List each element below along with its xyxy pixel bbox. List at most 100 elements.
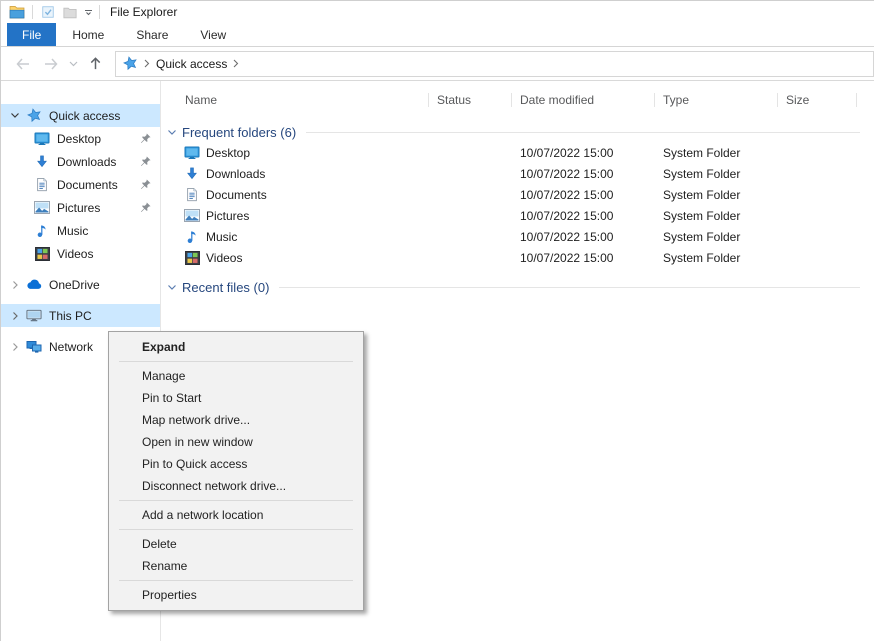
column-header-date-modified[interactable]: Date modified	[512, 87, 655, 113]
sidebar-item-label: Quick access	[49, 109, 120, 123]
tab-view[interactable]: View	[184, 23, 242, 46]
file-date-modified: 10/07/2022 15:00	[512, 230, 655, 244]
tab-share[interactable]: Share	[120, 23, 184, 46]
menu-separator	[119, 529, 353, 530]
qat-separator	[99, 5, 100, 19]
sidebar-item-label: Downloads	[57, 155, 116, 169]
column-header-name[interactable]: Name	[161, 87, 429, 113]
back-icon[interactable]	[9, 51, 37, 77]
music-icon	[184, 229, 200, 245]
pictures-icon	[34, 200, 50, 216]
file-type: System Folder	[655, 251, 778, 265]
file-name: Videos	[206, 251, 242, 265]
quick-access-star-icon	[123, 56, 138, 71]
tab-file[interactable]: File	[7, 23, 56, 46]
menu-item-delete[interactable]: Delete	[109, 533, 363, 555]
navigation-bar: Quick access	[1, 47, 874, 81]
column-header-status[interactable]: Status	[429, 87, 512, 113]
tab-home[interactable]: Home	[56, 23, 120, 46]
file-date-modified: 10/07/2022 15:00	[512, 209, 655, 223]
menu-item-map-network-drive[interactable]: Map network drive...	[109, 409, 363, 431]
videos-icon	[34, 246, 50, 262]
pictures-icon	[184, 208, 200, 224]
column-header-type[interactable]: Type	[655, 87, 778, 113]
breadcrumb-chevron-icon[interactable]	[144, 59, 150, 68]
chevron-expanded-icon[interactable]	[167, 128, 177, 137]
title-bar: File Explorer	[1, 1, 874, 23]
menu-item-pin-to-quick-access[interactable]: Pin to Quick access	[109, 453, 363, 475]
chevron-expanded-icon[interactable]	[7, 111, 23, 120]
column-header-size[interactable]: Size	[778, 87, 857, 113]
pin-icon	[139, 178, 152, 191]
menu-item-open-in-new-window[interactable]: Open in new window	[109, 431, 363, 453]
sidebar-item-quick-access[interactable]: Quick access	[1, 104, 160, 127]
menu-item-disconnect-network-drive[interactable]: Disconnect network drive...	[109, 475, 363, 497]
file-name: Downloads	[206, 167, 265, 181]
file-row-downloads[interactable]: Downloads 10/07/2022 15:00 System Folder	[161, 163, 874, 184]
sidebar-item-label: Pictures	[57, 201, 100, 215]
onedrive-icon	[26, 277, 42, 293]
group-header-frequent-folders[interactable]: Frequent folders (6)	[161, 122, 874, 142]
menu-item-manage[interactable]: Manage	[109, 365, 363, 387]
chevron-collapsed-icon[interactable]	[7, 280, 23, 290]
menu-item-rename[interactable]: Rename	[109, 555, 363, 577]
properties-icon[interactable]	[39, 4, 57, 20]
sidebar-item-label: Music	[57, 224, 88, 238]
group-header-label: Recent files (0)	[182, 280, 269, 295]
documents-icon	[34, 177, 50, 193]
sidebar-item-this-pc[interactable]: This PC	[1, 304, 160, 327]
sidebar-item-label: Desktop	[57, 132, 101, 146]
sidebar-item-label: Network	[49, 340, 93, 354]
up-icon[interactable]	[81, 51, 109, 77]
file-name: Documents	[206, 188, 267, 202]
address-bar[interactable]: Quick access	[115, 51, 874, 77]
file-type: System Folder	[655, 230, 778, 244]
menu-item-pin-to-start[interactable]: Pin to Start	[109, 387, 363, 409]
file-name: Pictures	[206, 209, 249, 223]
group-header-recent-files[interactable]: Recent files (0)	[161, 277, 874, 297]
sidebar-item-videos[interactable]: Videos	[1, 242, 160, 265]
breadcrumb-location[interactable]: Quick access	[156, 57, 227, 71]
chevron-collapsed-icon[interactable]	[7, 342, 23, 352]
chevron-expanded-icon[interactable]	[167, 283, 177, 292]
sidebar-item-downloads[interactable]: Downloads	[1, 150, 160, 173]
forward-icon[interactable]	[37, 51, 65, 77]
desktop-icon	[184, 145, 200, 161]
file-row-videos[interactable]: Videos 10/07/2022 15:00 System Folder	[161, 247, 874, 268]
file-row-desktop[interactable]: Desktop 10/07/2022 15:00 System Folder	[161, 142, 874, 163]
breadcrumb-chevron-icon[interactable]	[233, 59, 239, 68]
customize-qat-chevron-icon[interactable]	[81, 4, 95, 20]
sidebar-item-label: Documents	[57, 178, 118, 192]
downloads-icon	[34, 154, 50, 170]
qat-separator	[32, 5, 33, 19]
menu-item-expand[interactable]: Expand	[109, 336, 363, 358]
menu-item-properties[interactable]: Properties	[109, 584, 363, 606]
chevron-collapsed-icon[interactable]	[7, 311, 23, 321]
menu-item-add-a-network-location[interactable]: Add a network location	[109, 504, 363, 526]
menu-separator	[119, 361, 353, 362]
window-title: File Explorer	[110, 5, 177, 19]
pin-icon	[139, 132, 152, 145]
sidebar-item-music[interactable]: Music	[1, 219, 160, 242]
this-pc-context-menu: Expand Manage Pin to Start Map network d…	[108, 331, 364, 611]
file-type: System Folder	[655, 146, 778, 160]
file-type: System Folder	[655, 167, 778, 181]
sidebar-item-pictures[interactable]: Pictures	[1, 196, 160, 219]
sidebar-item-label: Videos	[57, 247, 93, 261]
sidebar-item-label: OneDrive	[49, 278, 100, 292]
sidebar-item-onedrive[interactable]: OneDrive	[1, 273, 160, 296]
network-icon	[26, 339, 42, 355]
new-folder-icon[interactable]	[61, 4, 79, 20]
file-date-modified: 10/07/2022 15:00	[512, 146, 655, 160]
sidebar-item-documents[interactable]: Documents	[1, 173, 160, 196]
pin-icon	[139, 155, 152, 168]
downloads-icon	[184, 166, 200, 182]
file-row-documents[interactable]: Documents 10/07/2022 15:00 System Folder	[161, 184, 874, 205]
sidebar-item-label: This PC	[49, 309, 92, 323]
recent-locations-chevron-icon[interactable]	[65, 51, 81, 77]
sidebar-item-desktop[interactable]: Desktop	[1, 127, 160, 150]
file-date-modified: 10/07/2022 15:00	[512, 167, 655, 181]
file-date-modified: 10/07/2022 15:00	[512, 188, 655, 202]
file-row-music[interactable]: Music 10/07/2022 15:00 System Folder	[161, 226, 874, 247]
file-row-pictures[interactable]: Pictures 10/07/2022 15:00 System Folder	[161, 205, 874, 226]
